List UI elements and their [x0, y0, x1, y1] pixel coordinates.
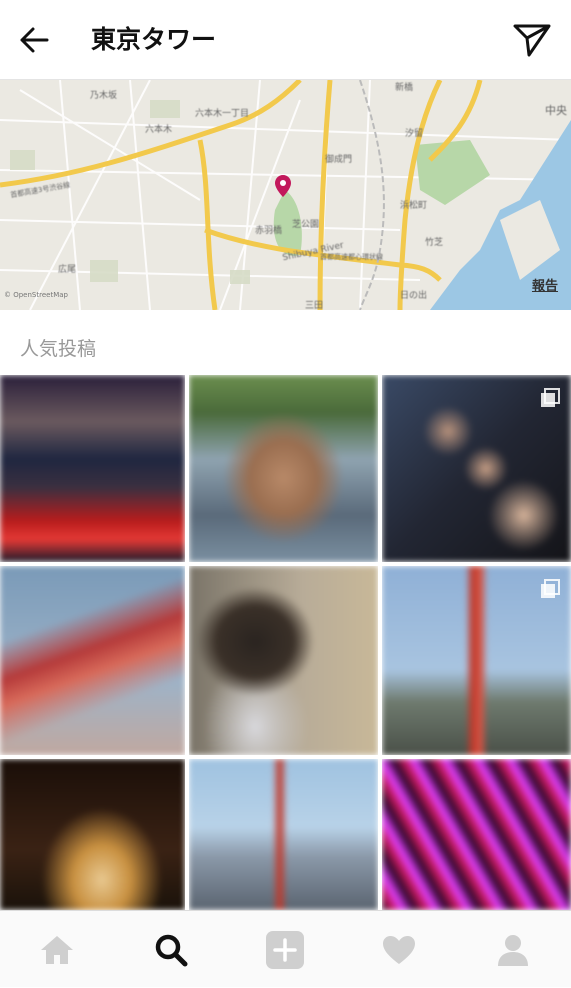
- heart-icon: [383, 935, 415, 964]
- search-icon: [155, 934, 188, 966]
- map-label: 汐留: [405, 129, 424, 139]
- post-man-shirtless[interactable]: [189, 375, 378, 562]
- map-label: 三田: [305, 301, 324, 310]
- map-label: 御成門: [325, 155, 353, 165]
- report-link[interactable]: 報告: [532, 275, 558, 294]
- map-label: 六本木: [145, 125, 173, 135]
- map-label: 赤羽橋: [255, 226, 283, 236]
- map-label: 乃木坂: [90, 91, 118, 101]
- tab-add-post[interactable]: [228, 911, 342, 988]
- home-icon: [41, 935, 73, 964]
- share-button[interactable]: [511, 20, 553, 60]
- top-header: 東京タワー: [0, 0, 571, 80]
- tab-search[interactable]: [114, 911, 228, 988]
- multiple-photos-icon: [541, 579, 560, 598]
- profile-icon: [498, 934, 528, 966]
- location-map[interactable]: 乃木坂 六本木一丁目 六本木 新橋 汐留 御成門 浜松町 芝公園 赤羽橋 広尾 …: [0, 80, 571, 310]
- post-tower-closeup[interactable]: [0, 566, 185, 755]
- map-label: 竹芝: [425, 238, 444, 248]
- post-karaoke[interactable]: [0, 375, 185, 562]
- tab-activity[interactable]: [342, 911, 456, 988]
- map-label: 浜松町: [400, 201, 428, 211]
- map-label: 日の出: [400, 291, 428, 301]
- map-label: 芝公園: [292, 220, 320, 230]
- map-label: 首都高速都心環状線: [320, 253, 383, 261]
- multiple-photos-icon: [541, 388, 560, 407]
- page-title: 東京タワー: [91, 25, 217, 54]
- post-grid: [0, 375, 571, 910]
- tab-profile[interactable]: [456, 911, 570, 988]
- paper-plane-icon: [513, 24, 551, 57]
- back-button[interactable]: [14, 22, 54, 58]
- arrow-left-icon: [20, 27, 49, 53]
- tab-home[interactable]: [0, 911, 114, 988]
- post-tower-street[interactable]: [382, 566, 571, 755]
- map-label: 新橋: [395, 83, 414, 93]
- map-attribution: © OpenStreetMap: [4, 291, 68, 299]
- map-label: 中央: [545, 104, 567, 117]
- post-tower-night-jump[interactable]: [0, 759, 185, 910]
- map-pin-icon: [275, 175, 291, 197]
- post-portrait[interactable]: [189, 566, 378, 755]
- map-label: 六本木一丁目: [195, 109, 250, 119]
- map-label: 広尾: [58, 265, 77, 275]
- add-post-icon: [266, 930, 304, 969]
- post-selfie-group[interactable]: [382, 375, 571, 562]
- post-neon-lights[interactable]: [382, 759, 571, 910]
- section-title: 人気投稿: [20, 338, 97, 360]
- bottom-tab-bar: [0, 910, 571, 987]
- post-city-skyline[interactable]: [189, 759, 378, 910]
